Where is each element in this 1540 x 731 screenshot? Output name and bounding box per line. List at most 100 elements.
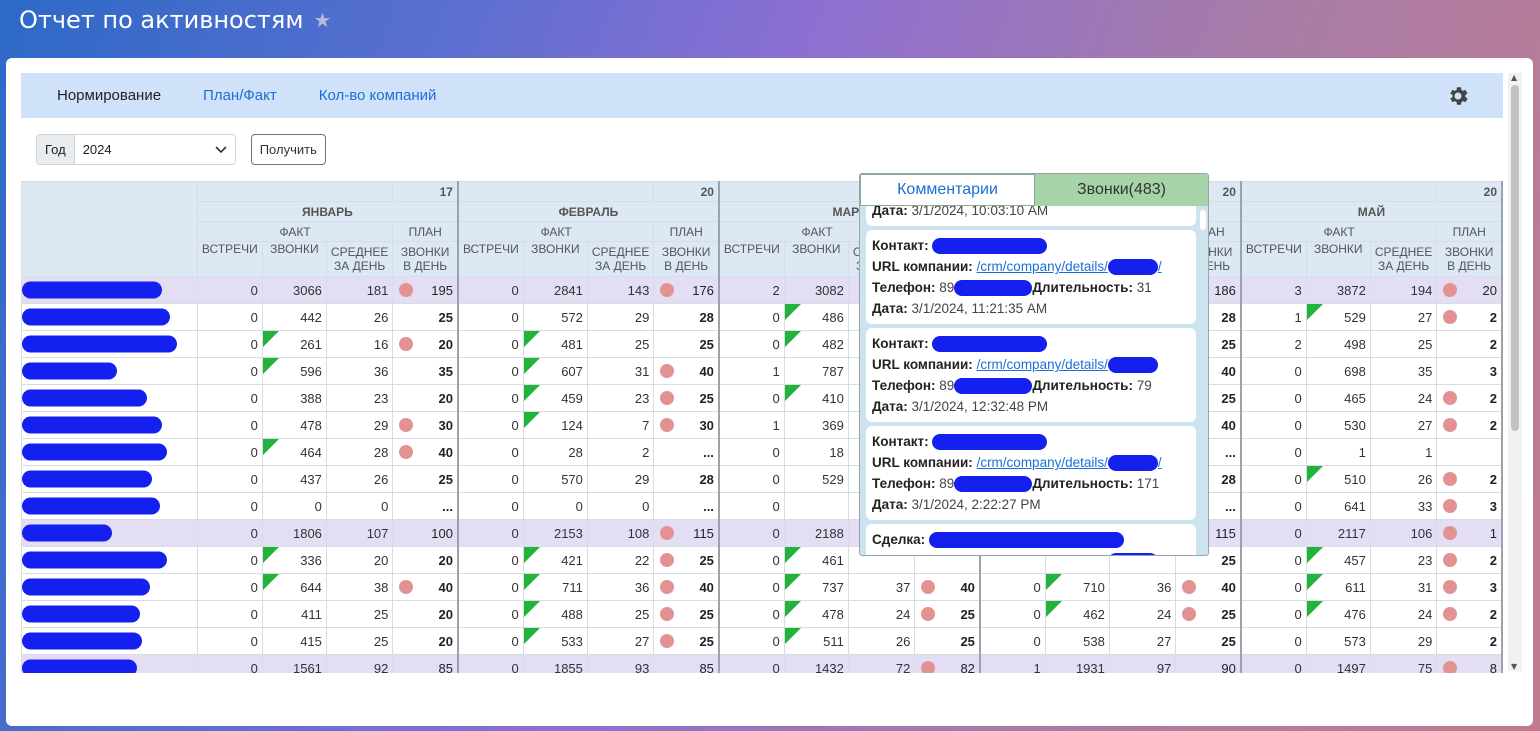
scroll-up-icon[interactable]: ▲ (1511, 73, 1517, 82)
meetings-cell: 0 (196, 438, 263, 466)
avg-cell: 29 (1369, 627, 1438, 655)
employee-name-redacted[interactable] (21, 384, 198, 412)
meetings-cell: 0 (718, 303, 785, 331)
plan-cell: 25 (914, 627, 981, 655)
table-row[interactable]: 0 411 25 20 0 488 25 25 0 478 24 25 0 462 24 25 0 476 24 2 (21, 600, 1503, 628)
employee-name-redacted[interactable] (21, 492, 198, 520)
employee-name-redacted[interactable] (21, 573, 198, 601)
tab-comments[interactable]: Комментарии (860, 174, 1035, 206)
report-table-container[interactable]: 17202020ЯНВАРЬФЕВРАЛЬМАРТАПРЕЛЬМАЙФАКТПЛ… (21, 181, 1503, 673)
employee-name-redacted[interactable] (21, 357, 198, 385)
call-card[interactable]: Контакт: URL компании: /crm/company/deta… (866, 426, 1196, 520)
employee-name-redacted[interactable] (21, 438, 198, 466)
employee-name-redacted[interactable] (21, 330, 198, 358)
calls-cell: 2153 (522, 519, 588, 547)
calls-cell: 3066 (261, 276, 327, 304)
star-icon[interactable]: ★ (313, 8, 331, 32)
employee-name-redacted[interactable] (21, 600, 198, 628)
redaction-mark (22, 308, 170, 326)
above-norm-flag-icon (1307, 547, 1323, 563)
employee-name-redacted[interactable] (21, 654, 198, 673)
year-select[interactable]: 2024 (74, 135, 235, 164)
table-row[interactable]: 0 437 26 25 0 570 29 28 0 529 28 0 510 26 2 (21, 465, 1503, 493)
tab-bar: Нормирование План/Факт Кол-во компаний (21, 73, 1503, 118)
employee-name-redacted[interactable] (21, 465, 198, 493)
table-row[interactable]: 0 442 26 25 0 572 29 28 0 486 28 1 529 27 2 (21, 303, 1503, 331)
avg-cell: 25 (325, 627, 394, 655)
year-label: Год (37, 135, 75, 164)
plan-cell: 40 (392, 438, 459, 466)
above-norm-flag-icon (524, 628, 540, 644)
below-plan-dot-icon (921, 607, 936, 621)
table-row[interactable]: 0 478 29 30 0 124 7 30 1 369 40 0 530 27 2 (21, 411, 1503, 439)
call-date: 3/1/2024, 12:32:48 PM (907, 399, 1049, 414)
plan-cell: 25 (653, 330, 720, 358)
table-row[interactable]: 0 644 38 40 0 711 36 40 0 737 37 40 0 710 36 40 0 611 31 3 (21, 573, 1503, 601)
below-plan-dot-icon (1443, 310, 1458, 324)
table-row[interactable]: 0 415 25 20 0 533 27 25 0 511 26 25 0 538 27 25 0 573 29 2 (21, 627, 1503, 655)
redaction-mark (22, 659, 137, 673)
call-card[interactable]: Контакт: URL компании: /crm/company/deta… (866, 230, 1196, 324)
year-input-group: Год 2024 (36, 134, 236, 165)
employee-name-redacted[interactable] (21, 546, 198, 574)
company-url-link[interactable]: /crm/company/details/ (977, 553, 1158, 555)
scrollbar-thumb[interactable] (1511, 85, 1519, 431)
calls-per-day-header: ЗВОНКИ В ДЕНЬ (392, 241, 459, 277)
employee-name-redacted[interactable] (21, 276, 198, 304)
meetings-cell: 0 (196, 276, 263, 304)
tab-plan-fact[interactable]: План/Факт (182, 87, 298, 104)
plan-cell: 8 (1436, 654, 1503, 673)
company-url-text: /crm/company/details/ (976, 455, 1108, 470)
vertical-scrollbar[interactable]: ▲ ▼ (1508, 73, 1522, 671)
employee-name-redacted[interactable] (21, 411, 198, 439)
plan-cell: 2 (1436, 303, 1503, 331)
group-total-row[interactable]: 0 3066 181 195 0 2841 143 176 2 3082 186 3 3872 194 20 (21, 276, 1503, 304)
scroll-down-icon[interactable]: ▼ (1511, 662, 1517, 671)
meetings-cell: 1 (718, 357, 785, 385)
redaction-mark (22, 470, 152, 488)
avg-cell: 75 (1369, 654, 1438, 673)
company-url-line: URL компании: /crm/company/details/ / (872, 256, 1190, 277)
calls-cell: 498 (1305, 330, 1371, 358)
table-row[interactable]: 0 0 0... 0 0 0... 0... 0 641 33 3 (21, 492, 1503, 520)
plan-header: ПЛАН (392, 221, 459, 242)
employee-name-redacted[interactable] (21, 627, 198, 655)
calls-cell: 411 (261, 600, 327, 628)
tab-normirovanie[interactable]: Нормирование (36, 87, 182, 104)
header-row-metrics: ВСТРЕЧИ ЗВОНКИ СРЕДНЕЕ ЗА ДЕНЬ ЗВОНКИ В ДЕН… (22, 241, 1503, 277)
above-norm-flag-icon (785, 304, 801, 320)
duration-label: Длительность: (1032, 378, 1133, 393)
call-date-line: Дата: 3/1/2024, 2:22:27 PM (872, 494, 1190, 515)
call-card[interactable]: Контакт: URL компании: /crm/company/deta… (866, 328, 1196, 422)
employee-name-redacted[interactable] (21, 303, 198, 331)
calls-list[interactable]: Дата: 3/1/2024, 10:03:10 AM Контакт: URL … (866, 206, 1196, 555)
avg-cell: 24 (1369, 384, 1438, 412)
duration-label: Длительность: (1032, 280, 1133, 295)
popup-scrollbar-thumb[interactable] (1200, 210, 1206, 230)
below-plan-dot-icon (660, 283, 675, 297)
tab-companies-count[interactable]: Кол-во компаний (298, 87, 458, 104)
table-row[interactable]: 0 464 28 40 0 28 2... 0 18... 0 1 1 (21, 438, 1503, 466)
company-url-tail: / (1157, 455, 1162, 470)
company-url-link[interactable]: /crm/company/details/ / (976, 455, 1162, 472)
company-url-link[interactable]: /crm/company/details/ / (977, 259, 1162, 276)
company-url-link[interactable]: /crm/company/details/ (977, 357, 1158, 374)
plan-cell: 40 (653, 573, 720, 601)
table-row[interactable]: 0 388 23 20 0 459 23 25 0 410 25 0 465 24 2 (21, 384, 1503, 412)
avg-cell: 92 (325, 654, 394, 673)
employee-name-redacted[interactable] (21, 519, 198, 547)
group-total-row[interactable]: 0 1806 107 100 0 2153 108 115 0 2188 115 0 2117 106 1 (21, 519, 1503, 547)
group-total-row[interactable]: 0 1561 92 85 0 1855 93 85 0 1432 72 82 1 1931 97 90 0 149… (21, 654, 1503, 673)
gear-icon[interactable] (1446, 84, 1470, 108)
tab-calls[interactable]: Звонки(483) (1035, 174, 1208, 206)
call-card[interactable]: Сделка: URL компании: /crm/company/detai… (866, 524, 1196, 555)
redaction-mark (22, 416, 162, 434)
avg-cell: 36 (1108, 573, 1177, 601)
table-row[interactable]: 0 596 36 35 0 607 31 40 1 787 40 0 698 35 3 (21, 357, 1503, 385)
table-row[interactable]: 0 336 20 20 0 421 22 25 0 461 25 0 457 23 2 (21, 546, 1503, 574)
meetings-cell: 0 (196, 357, 263, 385)
calls-cell: 488 (522, 600, 588, 628)
get-button[interactable]: Получить (250, 134, 326, 165)
table-row[interactable]: 0 261 16 20 0 481 25 25 0 482 25 2 498 25 2 (21, 330, 1503, 358)
plan-cell: 176 (653, 276, 720, 304)
